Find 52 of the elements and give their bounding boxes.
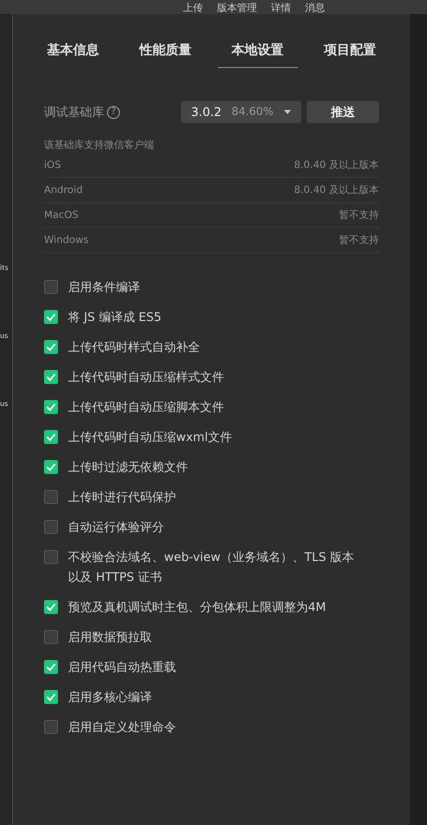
checkbox[interactable] bbox=[44, 490, 58, 504]
option-label: 上传代码时自动压缩样式文件 bbox=[68, 369, 224, 386]
tab[interactable]: 项目配置 bbox=[310, 34, 390, 68]
option-label: 上传代码时自动压缩wxml文件 bbox=[68, 429, 232, 446]
version-dropdown[interactable]: 3.0.2 84.60% bbox=[181, 101, 301, 123]
checkbox[interactable] bbox=[44, 550, 58, 564]
toolbar-item[interactable]: 版本管理 bbox=[217, 3, 257, 14]
checkbox[interactable] bbox=[44, 340, 58, 354]
option-label: 上传代码时样式自动补全 bbox=[68, 339, 200, 356]
tab[interactable]: 性能质量 bbox=[125, 34, 206, 68]
option-label: 启用自定义处理命令 bbox=[68, 719, 176, 736]
checkbox[interactable] bbox=[44, 400, 58, 414]
tab[interactable]: 本地设置 bbox=[218, 34, 298, 68]
checkbox[interactable] bbox=[44, 460, 58, 474]
platform-name: MacOS bbox=[44, 208, 78, 222]
checkbox[interactable] bbox=[44, 690, 58, 704]
checkbox[interactable] bbox=[44, 430, 58, 444]
checkbox[interactable] bbox=[44, 520, 58, 534]
platform-name: Windows bbox=[44, 234, 89, 248]
option-label: 将 JS 编译成 ES5 bbox=[68, 309, 162, 326]
checkbox[interactable] bbox=[44, 630, 58, 644]
platform-name: Android bbox=[44, 184, 83, 198]
option-label: 预览及真机调试时主包、分包体积上限调整为4M bbox=[68, 599, 326, 616]
toolbar-item[interactable]: 上传 bbox=[183, 3, 203, 14]
checkbox[interactable] bbox=[44, 310, 58, 324]
support-caption: 该基础库支持微信客户端 bbox=[44, 139, 155, 153]
checkbox[interactable] bbox=[44, 600, 58, 614]
checkbox[interactable] bbox=[44, 720, 58, 734]
option-label: 上传时进行代码保护 bbox=[68, 489, 176, 506]
toolbar-item[interactable]: 消息 bbox=[305, 3, 325, 14]
caret-icon bbox=[284, 110, 290, 114]
platform-support: 暂不支持 bbox=[339, 208, 379, 222]
checkbox[interactable] bbox=[44, 280, 58, 294]
tab[interactable]: 基本信息 bbox=[33, 34, 113, 68]
setting-label: 调试基础库 bbox=[44, 104, 104, 121]
help-icon[interactable]: ? bbox=[107, 106, 120, 118]
toolbar-item[interactable]: 详情 bbox=[271, 3, 291, 14]
checkbox[interactable] bbox=[44, 660, 58, 674]
option-label: 上传时过滤无依赖文件 bbox=[68, 459, 188, 476]
platform-support: 8.0.40 及以上版本 bbox=[294, 184, 379, 198]
platform-support: 8.0.40 及以上版本 bbox=[294, 158, 379, 172]
option-label: 启用数据预拉取 bbox=[68, 629, 152, 646]
push-button[interactable]: 推送 bbox=[307, 101, 379, 123]
option-label: 不校验合法域名、web-view（业务域名）、TLS 版本以及 HTTPS 证书 bbox=[68, 549, 355, 586]
option-label: 自动运行体验评分 bbox=[68, 519, 164, 536]
option-label: 启用多核心编译 bbox=[68, 689, 152, 706]
option-label: 启用条件编译 bbox=[68, 279, 140, 296]
platform-name: iOS bbox=[44, 158, 61, 172]
option-label: 启用代码自动热重载 bbox=[68, 659, 176, 676]
platform-support: 暂不支持 bbox=[339, 234, 379, 248]
checkbox[interactable] bbox=[44, 370, 58, 384]
option-label: 上传代码时自动压缩脚本文件 bbox=[68, 399, 224, 416]
